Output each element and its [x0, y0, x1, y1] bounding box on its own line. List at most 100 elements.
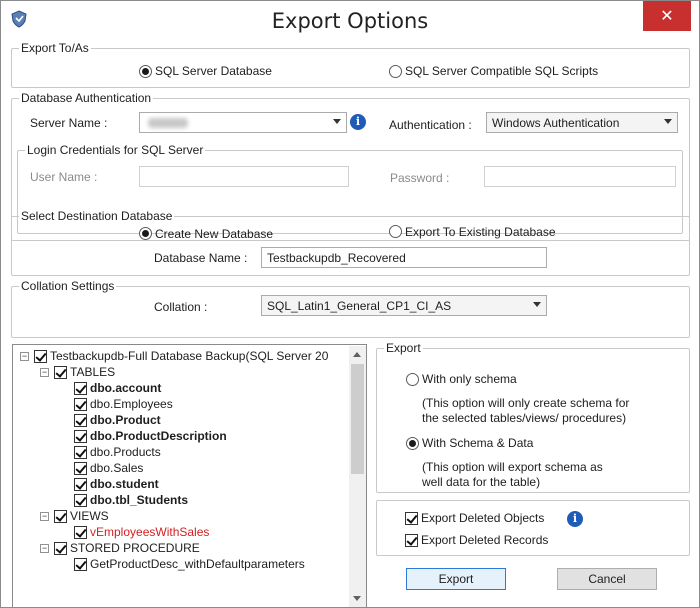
- title-bar: Export Options ✕: [1, 1, 699, 41]
- table-label: dbo.tbl_Students: [90, 493, 188, 507]
- deleted-objects-label: Export Deleted Objects: [421, 511, 545, 525]
- collapse-icon[interactable]: −: [20, 352, 29, 361]
- table-checkbox[interactable]: [74, 398, 87, 411]
- user-name-field[interactable]: [139, 166, 349, 187]
- export-mode-legend: Export: [384, 341, 423, 355]
- collation-select[interactable]: SQL_Latin1_General_CP1_CI_AS: [261, 295, 547, 316]
- table-checkbox[interactable]: [74, 430, 87, 443]
- tree-table-item[interactable]: dbo.tbl_Students: [18, 492, 348, 508]
- table-checkbox[interactable]: [74, 446, 87, 459]
- tree-table-item[interactable]: dbo.ProductDescription: [18, 428, 348, 444]
- collapse-icon[interactable]: −: [40, 368, 49, 377]
- table-checkbox[interactable]: [74, 414, 87, 427]
- export-button[interactable]: Export: [406, 568, 506, 590]
- password-field[interactable]: [484, 166, 676, 187]
- authentication-select[interactable]: Windows Authentication: [486, 112, 678, 133]
- object-tree[interactable]: − Testbackupdb-Full Database Backup(SQL …: [12, 344, 367, 608]
- tree-table-item[interactable]: dbo.Sales: [18, 460, 348, 476]
- sql-server-database-label: SQL Server Database: [155, 64, 272, 78]
- export-to-legend: Export To/As: [19, 41, 91, 55]
- close-button[interactable]: ✕: [643, 1, 691, 31]
- info-icon[interactable]: i: [567, 511, 583, 527]
- table-label: dbo.student: [90, 477, 159, 491]
- scroll-thumb[interactable]: [351, 364, 364, 474]
- scroll-up-icon[interactable]: [349, 346, 366, 363]
- procs-label: STORED PROCEDURE: [70, 541, 200, 555]
- dialog-content: Export To/As SQL Server Database SQL Ser…: [1, 41, 699, 608]
- destination-group: Select Destination Database Create New D…: [11, 209, 690, 276]
- deleted-options-group: Export Deleted Objects i Export Deleted …: [376, 500, 690, 556]
- proc-checkbox[interactable]: [74, 558, 87, 571]
- table-checkbox[interactable]: [74, 382, 87, 395]
- chevron-down-icon: [664, 119, 672, 124]
- schema-only-note-2: the selected tables/views/ procedures): [422, 411, 627, 425]
- sql-scripts-radio[interactable]: [389, 65, 402, 78]
- deleted-objects-checkbox[interactable]: [405, 512, 418, 525]
- database-name-label: Database Name :: [154, 251, 248, 265]
- existing-db-radio[interactable]: [389, 225, 402, 238]
- database-name-field[interactable]: Testbackupdb_Recovered: [261, 247, 547, 268]
- collation-label: Collation :: [154, 300, 208, 314]
- destination-legend: Select Destination Database: [19, 209, 175, 223]
- tree-root-checkbox[interactable]: [34, 350, 47, 363]
- tree-root[interactable]: − Testbackupdb-Full Database Backup(SQL …: [18, 348, 348, 364]
- tree-table-item[interactable]: dbo.account: [18, 380, 348, 396]
- procs-checkbox[interactable]: [54, 542, 67, 555]
- view-label: vEmployeesWithSales: [90, 525, 210, 539]
- schema-data-note-1: (This option will export schema as: [422, 460, 603, 474]
- export-to-group: Export To/As SQL Server Database SQL Ser…: [11, 41, 690, 88]
- password-label: Password :: [390, 171, 450, 185]
- table-checkbox[interactable]: [74, 478, 87, 491]
- window-title: Export Options: [271, 9, 429, 33]
- server-name-label: Server Name :: [30, 116, 108, 130]
- collapse-icon[interactable]: −: [40, 544, 49, 553]
- sql-server-database-radio[interactable]: [139, 65, 152, 78]
- chevron-down-icon: [533, 302, 541, 307]
- collation-group: Collation Settings Collation : SQL_Latin…: [11, 279, 690, 338]
- server-name-blurred: [148, 118, 188, 128]
- views-label: VIEWS: [70, 509, 109, 523]
- tree-procs-node[interactable]: − STORED PROCEDURE: [18, 540, 348, 556]
- db-auth-legend: Database Authentication: [19, 91, 154, 105]
- cancel-button[interactable]: Cancel: [557, 568, 657, 590]
- schema-only-radio[interactable]: [406, 373, 419, 386]
- existing-db-label: Export To Existing Database: [405, 225, 556, 239]
- tree-table-item[interactable]: dbo.Product: [18, 412, 348, 428]
- tree-table-item[interactable]: dbo.Employees: [18, 396, 348, 412]
- table-label: dbo.Products: [90, 445, 161, 459]
- schema-data-label: With Schema & Data: [422, 436, 534, 450]
- create-new-db-radio[interactable]: [139, 227, 152, 240]
- views-checkbox[interactable]: [54, 510, 67, 523]
- table-label: dbo.account: [90, 381, 162, 395]
- scroll-down-icon[interactable]: [349, 590, 366, 607]
- authentication-label: Authentication :: [389, 118, 472, 132]
- schema-data-radio[interactable]: [406, 437, 419, 450]
- info-icon[interactable]: i: [350, 114, 366, 130]
- tree-table-item[interactable]: dbo.Products: [18, 444, 348, 460]
- schema-only-label: With only schema: [422, 372, 517, 386]
- tree-root-label: Testbackupdb-Full Database Backup(SQL Se…: [50, 349, 329, 363]
- tree-scrollbar[interactable]: [349, 346, 366, 607]
- collapse-icon[interactable]: −: [40, 512, 49, 521]
- table-label: dbo.Sales: [90, 461, 144, 475]
- login-credentials-legend: Login Credentials for SQL Server: [25, 143, 206, 157]
- close-icon: ✕: [660, 6, 674, 25]
- export-mode-group: Export With only schema (This option wil…: [376, 341, 690, 493]
- table-label: dbo.ProductDescription: [90, 429, 227, 443]
- schema-only-note-1: (This option will only create schema for: [422, 396, 630, 410]
- collation-legend: Collation Settings: [19, 279, 117, 293]
- tree-view-item[interactable]: vEmployeesWithSales: [18, 524, 348, 540]
- server-name-select[interactable]: [139, 112, 347, 133]
- tree-tables-node[interactable]: − TABLES: [18, 364, 348, 380]
- tables-checkbox[interactable]: [54, 366, 67, 379]
- view-checkbox[interactable]: [74, 526, 87, 539]
- tree-table-item[interactable]: dbo.student: [18, 476, 348, 492]
- proc-label: GetProductDesc_withDefaultparameters: [90, 557, 305, 571]
- tree-views-node[interactable]: − VIEWS: [18, 508, 348, 524]
- tree-proc-item[interactable]: GetProductDesc_withDefaultparameters: [18, 556, 348, 572]
- table-checkbox[interactable]: [74, 494, 87, 507]
- deleted-records-checkbox[interactable]: [405, 534, 418, 547]
- deleted-records-label: Export Deleted Records: [421, 533, 549, 547]
- table-checkbox[interactable]: [74, 462, 87, 475]
- sql-scripts-label: SQL Server Compatible SQL Scripts: [405, 64, 599, 78]
